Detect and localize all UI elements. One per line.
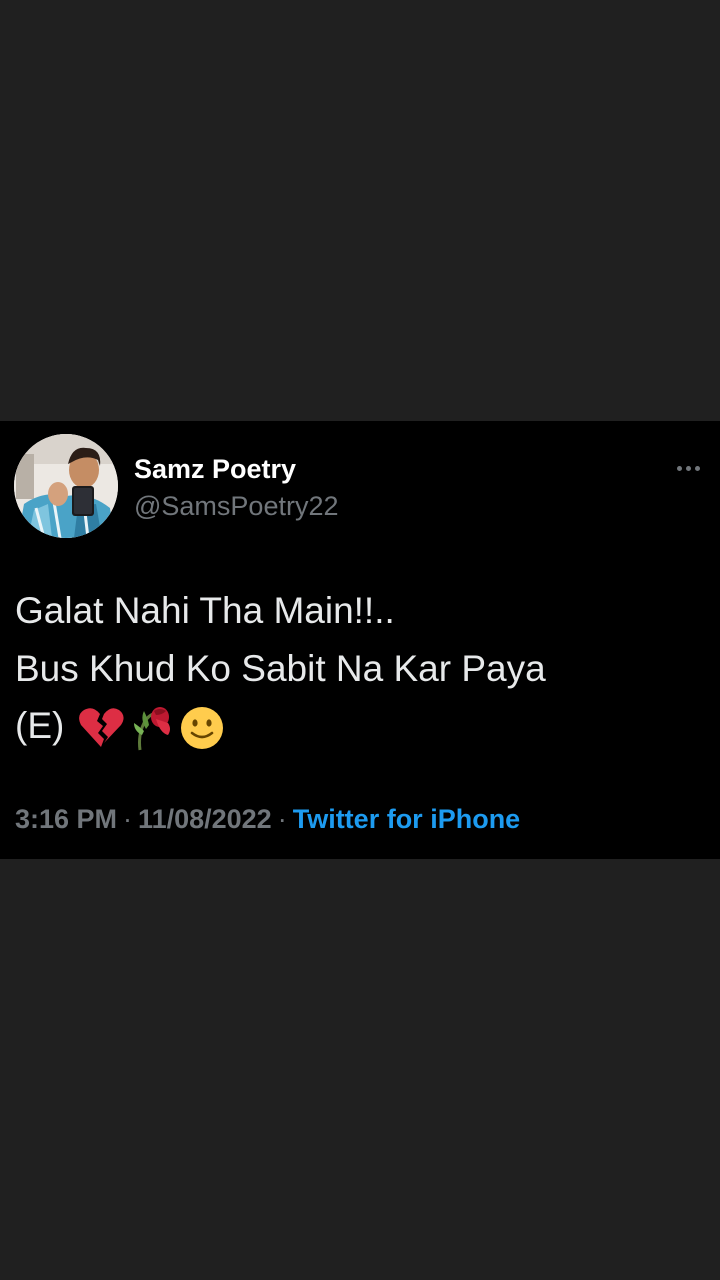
tweet-text-fragment: (E) xyxy=(15,705,65,746)
broken-heart-icon xyxy=(78,707,124,749)
tweet-text-line: Galat Nahi Tha Main!!.. xyxy=(15,590,395,631)
slightly-smiling-face-icon xyxy=(180,706,224,750)
more-dot-icon xyxy=(685,465,691,471)
more-dot-icon xyxy=(694,465,700,471)
tweet-date[interactable]: 11/08/2022 xyxy=(138,804,272,834)
tweet-text-line-3: (E) xyxy=(15,697,705,755)
wilted-flower-icon xyxy=(130,705,174,751)
avatar-photo xyxy=(14,434,118,538)
more-dot-icon xyxy=(676,465,682,471)
more-options-button[interactable] xyxy=(668,456,708,480)
meta-separator: · xyxy=(277,804,287,834)
meta-separator: · xyxy=(123,804,133,834)
tweet-text-line: Bus Khud Ko Sabit Na Kar Paya xyxy=(15,647,546,689)
tweet-source-link[interactable]: Twitter for iPhone xyxy=(293,804,521,834)
avatar[interactable] xyxy=(14,434,118,538)
tweet-time[interactable]: 3:16 PM xyxy=(15,804,117,834)
screen: Samz Poetry @SamsPoetry22 Galat Nahi Tha… xyxy=(0,0,720,1280)
author-handle[interactable]: @SamsPoetry22 xyxy=(134,489,339,523)
tweet-meta: 3:16 PM · 11/08/2022 · Twitter for iPhone xyxy=(15,800,520,838)
author-display-name[interactable]: Samz Poetry xyxy=(134,452,296,486)
tweet-text: Galat Nahi Tha Main!!.. Bus Khud Ko Sabi… xyxy=(15,582,705,755)
